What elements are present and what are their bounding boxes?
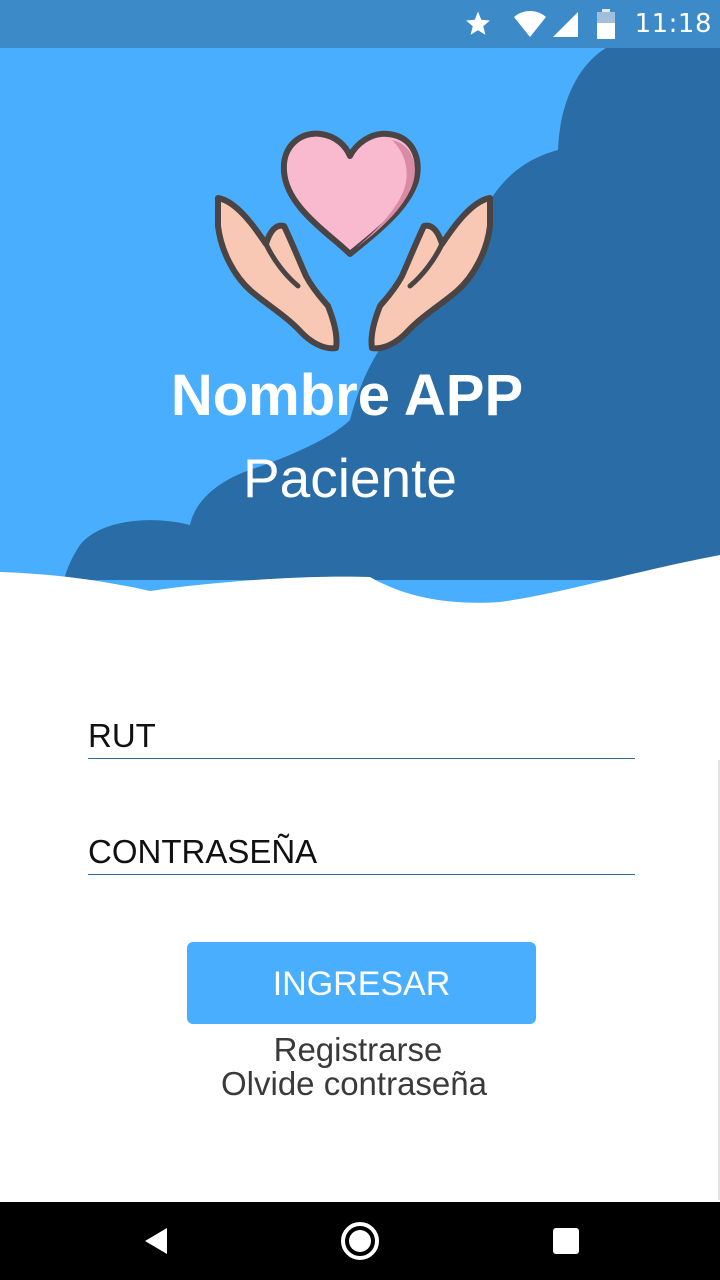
back-icon [145, 1228, 167, 1254]
login-button[interactable]: INGRESAR [187, 942, 536, 1024]
home-icon [341, 1222, 379, 1260]
forgot-password-link[interactable]: Olvide contraseña [0, 1065, 714, 1103]
wifi-icon [513, 9, 547, 39]
login-screen: 11:18 Nombre APP Paciente INGRESAR Regis… [0, 0, 720, 1280]
status-icons: 11:18 [463, 0, 720, 48]
battery-icon [595, 8, 617, 40]
password-input[interactable] [88, 830, 635, 874]
navigation-bar [0, 1202, 720, 1280]
rut-field [88, 714, 635, 759]
heart-hands-icon [215, 130, 493, 352]
register-link[interactable]: Registrarse [0, 1031, 718, 1069]
back-button[interactable] [106, 1202, 206, 1280]
app-subtitle: Paciente [242, 447, 458, 509]
home-button[interactable] [310, 1202, 410, 1280]
status-time: 11:18 [634, 9, 712, 39]
status-bar: 11:18 [0, 0, 720, 48]
password-field [88, 830, 635, 875]
signal-icon [551, 9, 579, 39]
rut-input[interactable] [88, 714, 635, 758]
recent-apps-icon [553, 1228, 579, 1254]
star-icon [463, 9, 493, 39]
recent-apps-button[interactable] [516, 1202, 616, 1280]
app-title: Nombre APP [170, 363, 524, 428]
